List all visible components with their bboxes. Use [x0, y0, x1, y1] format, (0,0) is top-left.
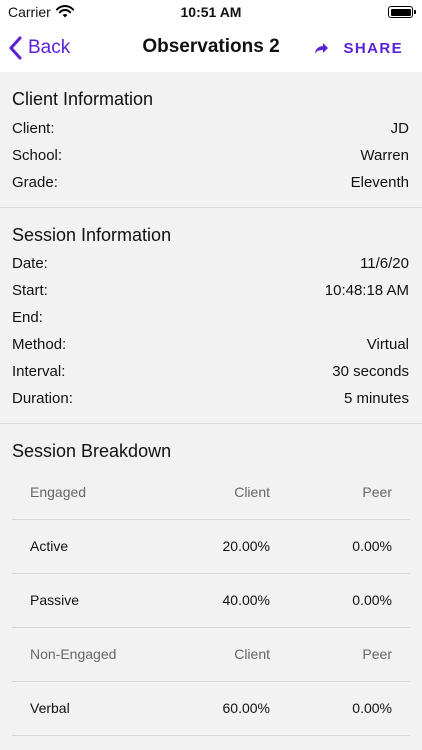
- session-breakdown-title: Session Breakdown: [12, 441, 172, 461]
- school-row: School: Warren: [12, 147, 409, 167]
- row-value: 30 seconds: [332, 363, 409, 380]
- battery-icon: [388, 6, 416, 18]
- status-time: 10:51 AM: [180, 4, 242, 20]
- end-row: End:: [12, 309, 409, 329]
- share-button-label: SHARE: [343, 39, 403, 57]
- duration-row: Duration: 5 minutes: [12, 390, 409, 410]
- interval-row: Interval: 30 seconds: [12, 363, 409, 383]
- back-button-label: Back: [28, 37, 71, 58]
- date-row: Date: 11/6/20: [12, 255, 409, 275]
- row-label: Client:: [12, 120, 55, 137]
- navigation-bar: Back Observations 2 SHARE: [0, 24, 422, 72]
- start-row: Start: 10:48:18 AM: [12, 282, 409, 302]
- row-value: 11/6/20: [360, 255, 409, 272]
- row-label: Duration:: [12, 390, 73, 407]
- row-category: Passive: [30, 592, 80, 608]
- back-button[interactable]: Back: [8, 32, 70, 64]
- share-button[interactable]: SHARE: [314, 32, 403, 64]
- row-value: 5 minutes: [343, 390, 409, 407]
- peer-percent: 0.00%: [352, 538, 392, 554]
- share-arrow-icon: [315, 42, 329, 54]
- row-value: Eleventh: [350, 174, 409, 191]
- row-value: Virtual: [366, 336, 409, 353]
- table-header-row: Non-Engaged Client Peer: [12, 628, 410, 682]
- peer-percent: 0.00%: [352, 700, 392, 716]
- client-information-title: Client Information: [12, 89, 154, 109]
- client-row: Client: JD: [12, 120, 409, 140]
- row-category: Active: [30, 538, 69, 554]
- group-header: Engaged: [30, 484, 87, 500]
- row-value: JD: [390, 120, 409, 137]
- row-category: Verbal: [30, 700, 70, 716]
- table-header-row: Engaged Client Peer: [12, 466, 410, 520]
- row-label: Interval:: [12, 363, 66, 380]
- row-label: End:: [12, 309, 43, 326]
- group-header: Non-Engaged: [30, 646, 117, 662]
- method-row: Method: Virtual: [12, 336, 409, 356]
- section-divider: [0, 207, 422, 208]
- chevron-left-icon: [9, 36, 22, 60]
- row-value: Warren: [360, 147, 409, 164]
- row-value: 10:48:18 AM: [324, 282, 409, 299]
- peer-column-header: Peer: [362, 484, 392, 500]
- client-column-header: Client: [234, 646, 270, 662]
- table-row: Active 20.00% 0.00%: [12, 520, 410, 574]
- row-label: Start:: [12, 282, 48, 299]
- grade-row: Grade: Eleventh: [12, 174, 409, 194]
- row-label: Grade:: [12, 174, 58, 191]
- client-percent: 20.00%: [222, 538, 270, 554]
- client-percent: 40.00%: [222, 592, 270, 608]
- session-information-title: Session Information: [12, 225, 172, 245]
- section-divider: [0, 423, 422, 424]
- client-column-header: Client: [234, 484, 270, 500]
- table-row: Passive 40.00% 0.00%: [12, 574, 410, 628]
- table-row: Verbal 60.00% 0.00%: [12, 682, 410, 736]
- client-percent: 60.00%: [222, 700, 270, 716]
- row-label: Date:: [12, 255, 48, 272]
- row-label: School:: [12, 147, 63, 164]
- peer-column-header: Peer: [362, 646, 392, 662]
- row-label: Method:: [12, 336, 67, 353]
- status-bar: Carrier 10:51 AM: [0, 0, 422, 24]
- peer-percent: 0.00%: [352, 592, 392, 608]
